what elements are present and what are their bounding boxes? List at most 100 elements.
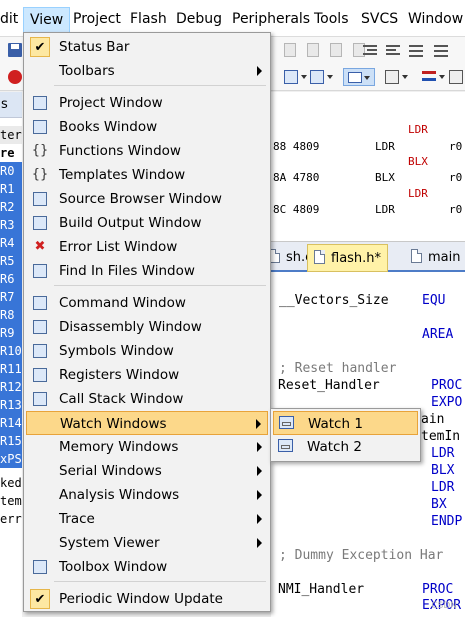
menu-item-build-output-window[interactable]: Build Output Window: [26, 211, 268, 235]
register-row[interactable]: R8: [0, 306, 22, 324]
watch-2-item[interactable]: Watch 2: [273, 435, 418, 459]
menu-item-serial-windows[interactable]: Serial Windows: [26, 459, 268, 483]
register-row[interactable]: R1: [0, 180, 22, 198]
register-row[interactable]: ked: [0, 474, 22, 492]
menu-item-command-window[interactable]: Command Window: [26, 291, 268, 315]
menu-view[interactable]: View: [23, 7, 71, 33]
menu-item-error-list-window[interactable]: ✖ Error List Window: [26, 235, 268, 259]
menu-item-label: Toolbox Window: [59, 559, 168, 575]
disasm-source-line: LDR: [408, 123, 428, 136]
register-row[interactable]: R14: [0, 414, 22, 432]
menu-item-toolbox-window[interactable]: Toolbox Window: [26, 555, 268, 579]
register-row[interactable]: R15: [0, 432, 22, 450]
save-icon[interactable]: [6, 41, 24, 59]
watch-1-item[interactable]: Watch 1: [273, 411, 418, 435]
menu-peripherals[interactable]: Peripherals: [232, 11, 310, 27]
watch-1-label: Watch 1: [308, 416, 363, 432]
system-viewer-icon[interactable]: [343, 68, 375, 86]
analysis-window-icon[interactable]: [283, 68, 307, 86]
register-row[interactable]: R7: [0, 288, 22, 306]
register-row[interactable]: R4: [0, 234, 22, 252]
bookmark-prev-icon[interactable]: [304, 41, 322, 59]
submenu-arrow-icon: [257, 442, 262, 452]
menu-window[interactable]: Window: [408, 11, 463, 27]
menu-item-analysis-windows[interactable]: Analysis Windows: [26, 483, 268, 507]
register-row[interactable]: R2: [0, 198, 22, 216]
menu-item-system-viewer[interactable]: System Viewer: [26, 531, 268, 555]
debug-settings-icon[interactable]: [421, 68, 445, 86]
menu-item-watch-windows[interactable]: Watch Windows: [26, 411, 268, 435]
tab-flash-h[interactable]: flash.h*: [307, 244, 389, 272]
menu-item-label: Find In Files Window: [59, 263, 195, 279]
register-row[interactable]: R10: [0, 342, 22, 360]
menu-item-label: Command Window: [59, 295, 186, 311]
menu-item-status-bar[interactable]: ✔ Status Bar: [26, 35, 268, 59]
menu-separator: [54, 285, 266, 286]
code-label: Reset_Handler: [278, 378, 380, 393]
register-row[interactable]: R3: [0, 216, 22, 234]
menu-item-toolbars[interactable]: Toolbars: [26, 59, 268, 83]
register-row[interactable]: xPS: [0, 450, 22, 468]
bookmark-next-icon[interactable]: [327, 41, 345, 59]
disasm-operand: r0: [449, 171, 463, 184]
menu-item-label: Disassembly Window: [59, 319, 202, 335]
menu-item-label: Source Browser Window: [59, 191, 222, 207]
tab-main-label: main: [428, 250, 461, 265]
tab-main[interactable]: main: [405, 244, 465, 272]
menu-item-call-stack-window[interactable]: Call Stack Window: [26, 387, 268, 411]
register-row[interactable]: R12: [0, 378, 22, 396]
menu-item-periodic-window-update[interactable]: ✔ Periodic Window Update: [26, 587, 268, 611]
menu-item-find-in-files-window[interactable]: Find In Files Window: [26, 259, 268, 283]
indent-icon[interactable]: [361, 41, 379, 59]
register-row[interactable]: R0: [0, 162, 22, 180]
menu-item-disassembly-window[interactable]: Disassembly Window: [26, 315, 268, 339]
menu-project[interactable]: Project: [73, 11, 121, 27]
bookmark-icon[interactable]: [281, 41, 299, 59]
editor-tab-strip: sh.c flash.h* main: [269, 242, 465, 272]
disasm-mnemonic: LDR: [375, 203, 395, 216]
menu-item-label: Templates Window: [59, 167, 186, 183]
menu-item-registers-window[interactable]: Registers Window: [26, 363, 268, 387]
project-window-icon: [30, 93, 50, 113]
registers-header: ter: [0, 126, 22, 144]
menu-svcs[interactable]: SVCS: [361, 11, 398, 27]
disassembly-pane: LDR 88 4809 LDR r0 BLX 8A 4780 BLX r0 LD…: [271, 92, 465, 242]
code-comment: ; Reset handler: [279, 361, 397, 376]
register-row[interactable]: R13: [0, 396, 22, 414]
register-row[interactable]: R6: [0, 270, 22, 288]
menu-item-label: Analysis Windows: [59, 487, 180, 503]
options-icon[interactable]: [448, 68, 465, 86]
books-window-icon: [30, 117, 50, 137]
menu-item-templates-window[interactable]: {} Templates Window: [26, 163, 268, 187]
disasm-operand: r0: [449, 140, 463, 153]
code-label: __Vectors_Size: [279, 293, 389, 308]
menu-item-source-browser-window[interactable]: Source Browser Window: [26, 187, 268, 211]
menu-item-label: Trace: [59, 511, 95, 527]
disasm-source-line: LDR: [408, 187, 428, 200]
menu-item-project-window[interactable]: Project Window: [26, 91, 268, 115]
unindent-icon[interactable]: [384, 41, 402, 59]
register-row[interactable]: R11: [0, 360, 22, 378]
menu-debug[interactable]: Debug: [176, 11, 222, 27]
toolbox-button-icon[interactable]: [384, 68, 408, 86]
register-row[interactable]: tem: [0, 492, 22, 510]
register-row[interactable]: err: [0, 510, 22, 528]
menu-flash[interactable]: Flash: [130, 11, 167, 27]
registers-panel-tab[interactable]: s: [0, 92, 22, 118]
register-row[interactable]: R9: [0, 324, 22, 342]
menu-tools[interactable]: Tools: [314, 11, 349, 27]
menu-edit[interactable]: dit: [0, 11, 18, 27]
menu-item-functions-window[interactable]: {} Functions Window: [26, 139, 268, 163]
submenu-arrow-icon: [257, 466, 262, 476]
uncomment-icon[interactable]: [432, 41, 450, 59]
code-keyword: ENDP: [431, 514, 463, 529]
reset-icon[interactable]: [6, 68, 24, 86]
register-row[interactable]: R5: [0, 252, 22, 270]
trace-window-icon[interactable]: [309, 68, 333, 86]
code-keyword: BLX: [431, 463, 455, 478]
comment-icon[interactable]: [407, 41, 425, 59]
menu-item-memory-windows[interactable]: Memory Windows: [26, 435, 268, 459]
menu-item-books-window[interactable]: Books Window: [26, 115, 268, 139]
menu-item-symbols-window[interactable]: Symbols Window: [26, 339, 268, 363]
menu-item-trace[interactable]: Trace: [26, 507, 268, 531]
